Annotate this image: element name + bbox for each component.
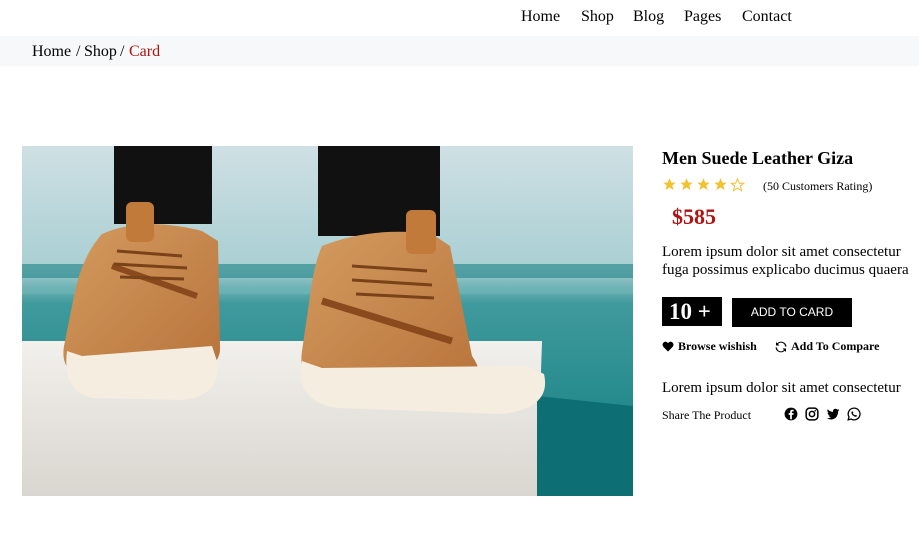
- breadcrumb-current: Card: [129, 43, 161, 60]
- nav-shop[interactable]: Shop: [581, 8, 614, 26]
- whatsapp-icon[interactable]: [847, 407, 861, 421]
- quantity-value: 10: [669, 299, 692, 324]
- nav-blog[interactable]: Blog: [633, 8, 664, 26]
- product-title: Men Suede Leather Giza: [662, 148, 854, 168]
- product-description-secondary: Lorem ipsum dolor sit amet consectetur: [662, 380, 901, 396]
- product-description: Lorem ipsum dolor sit amet consectetur f…: [662, 243, 919, 279]
- star-outline-icon: [730, 177, 745, 192]
- refresh-icon: [775, 341, 787, 352]
- product-price: $585: [672, 204, 716, 229]
- star-filled-icon: [680, 178, 693, 191]
- quantity-stepper[interactable]: 10 +: [662, 297, 722, 326]
- sneakers-photo: [22, 146, 633, 496]
- description-line: fuga possimus explicabo ducimus quaera: [662, 262, 909, 278]
- rating-stars: [662, 177, 745, 193]
- compare-link[interactable]: Add To Compare: [775, 339, 879, 354]
- wishlist-link[interactable]: Browse wishish: [662, 339, 757, 354]
- breadcrumb: Home / Shop / Card: [0, 36, 919, 66]
- rating-count: (50 Customers Rating): [763, 179, 873, 193]
- breadcrumb-separator: /: [116, 43, 129, 60]
- star-filled-icon: [714, 178, 727, 191]
- nav-contact[interactable]: Contact: [742, 8, 792, 26]
- facebook-icon[interactable]: [784, 407, 798, 421]
- star-filled-icon: [663, 178, 676, 191]
- star-filled-icon: [697, 178, 710, 191]
- twitter-icon[interactable]: [826, 407, 840, 421]
- share-label: Share The Product: [662, 408, 752, 422]
- nav-pages[interactable]: Pages: [684, 8, 721, 26]
- add-to-cart-button[interactable]: ADD TO CARD: [732, 298, 852, 327]
- wishlist-label: Browse wishish: [678, 339, 757, 353]
- compare-label: Add To Compare: [791, 339, 880, 353]
- instagram-icon[interactable]: [805, 407, 819, 421]
- product-image: [22, 146, 633, 496]
- description-line: Lorem ipsum dolor sit amet consectetur: [662, 244, 901, 260]
- breadcrumb-home[interactable]: Home: [32, 43, 71, 61]
- quantity-increase-button[interactable]: +: [698, 299, 711, 324]
- top-navigation: Home Shop Blog Pages Contact: [0, 0, 919, 35]
- breadcrumb-shop[interactable]: Shop: [84, 43, 117, 61]
- heart-icon: [662, 341, 674, 352]
- nav-home[interactable]: Home: [521, 8, 560, 26]
- social-share-icons: [784, 407, 861, 421]
- breadcrumb-separator: /: [72, 43, 85, 60]
- product-info: Men Suede Leather Giza (50 Customers Rat…: [662, 146, 919, 446]
